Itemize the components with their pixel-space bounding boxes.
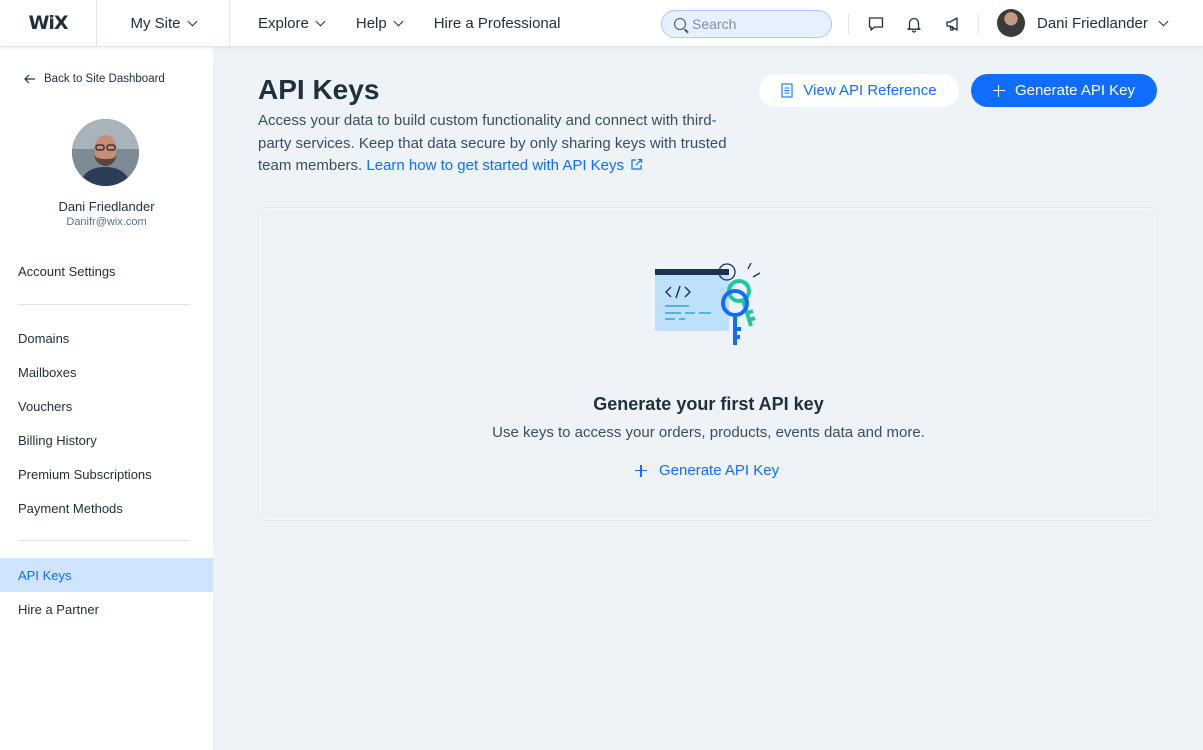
avatar bbox=[997, 9, 1025, 37]
document-icon bbox=[781, 83, 793, 98]
sidebar-item-payment-methods[interactable]: Payment Methods bbox=[0, 491, 213, 525]
profile-name: Dani Friedlander bbox=[58, 199, 155, 214]
megaphone-icon[interactable] bbox=[943, 14, 963, 34]
wix-logo[interactable]: WiX bbox=[0, 0, 97, 46]
user-menu[interactable]: Dani Friedlander bbox=[997, 9, 1169, 37]
arrow-left-icon bbox=[24, 74, 35, 84]
sidebar-item-hire-partner[interactable]: Hire a Partner bbox=[0, 592, 213, 626]
nav-hire-professional-label: Hire a Professional bbox=[433, 14, 561, 32]
sidebar-item-premium-subscriptions[interactable]: Premium Subscriptions bbox=[0, 457, 213, 491]
view-api-reference-label: View API Reference bbox=[803, 82, 937, 99]
profile-email: Danifr@wix.com bbox=[66, 216, 147, 228]
nav-help[interactable]: Help bbox=[355, 14, 404, 32]
my-site-label: My Site bbox=[130, 14, 181, 32]
sidebar-item-api-keys[interactable]: API Keys bbox=[0, 558, 213, 592]
divider bbox=[18, 304, 190, 305]
plus-icon bbox=[992, 84, 1005, 97]
divider bbox=[18, 540, 190, 541]
chevron-down-icon bbox=[315, 16, 326, 26]
chevron-down-icon bbox=[187, 16, 197, 26]
nav-hire-professional[interactable]: Hire a Professional bbox=[434, 15, 561, 32]
chevron-down-icon bbox=[1158, 16, 1169, 26]
search-icon bbox=[674, 18, 686, 30]
back-label: Back to Site Dashboard bbox=[44, 73, 165, 85]
api-keys-illustration bbox=[655, 263, 761, 345]
my-site-menu[interactable]: My Site bbox=[97, 0, 230, 46]
empty-state-subtitle: Use keys to access your orders, products… bbox=[492, 424, 925, 441]
external-link-icon bbox=[631, 158, 643, 170]
empty-generate-label: Generate API Key bbox=[659, 462, 780, 479]
page-title: API Keys bbox=[258, 74, 380, 105]
learn-more-link[interactable]: Learn how to get started with API Keys bbox=[366, 157, 643, 174]
user-name: Dani Friedlander bbox=[1037, 14, 1148, 32]
chat-icon[interactable] bbox=[866, 14, 886, 34]
nav-explore[interactable]: Explore bbox=[258, 14, 326, 32]
learn-more-label: Learn how to get started with API Keys bbox=[366, 157, 625, 174]
chevron-down-icon bbox=[393, 16, 404, 26]
top-nav: Explore Help Hire a Professional bbox=[230, 0, 592, 46]
top-bar: WiX My Site Explore Help Hire a Professi… bbox=[0, 0, 1203, 47]
page-description: Access your data to build custom functio… bbox=[258, 110, 748, 178]
sidebar-item-domains[interactable]: Domains bbox=[0, 321, 213, 355]
sidebar-item-vouchers[interactable]: Vouchers bbox=[0, 389, 213, 423]
search-input[interactable] bbox=[692, 16, 812, 32]
generate-api-key-label: Generate API Key bbox=[1014, 82, 1136, 99]
divider bbox=[978, 14, 979, 34]
empty-generate-api-key-button[interactable]: Generate API Key bbox=[635, 462, 779, 479]
nav-help-label: Help bbox=[355, 14, 387, 32]
back-to-dashboard-link[interactable]: Back to Site Dashboard bbox=[24, 73, 165, 85]
search-box[interactable] bbox=[661, 10, 832, 38]
plus-icon bbox=[635, 464, 647, 477]
view-api-reference-button[interactable]: View API Reference bbox=[759, 74, 959, 107]
sidebar-item-account-settings[interactable]: Account Settings bbox=[0, 254, 213, 288]
bell-icon[interactable] bbox=[904, 14, 924, 34]
nav-explore-label: Explore bbox=[258, 14, 309, 32]
sidebar-item-mailboxes[interactable]: Mailboxes bbox=[0, 355, 213, 389]
empty-state-title: Generate your first API key bbox=[593, 394, 824, 414]
sidebar: Back to Site Dashboard Dani Friedlander … bbox=[0, 47, 213, 750]
generate-api-key-button[interactable]: Generate API Key bbox=[971, 74, 1157, 107]
sidebar-item-billing-history[interactable]: Billing History bbox=[0, 423, 213, 457]
divider bbox=[848, 14, 849, 34]
empty-state-card: Generate your first API key Use keys to … bbox=[258, 207, 1157, 521]
profile-avatar bbox=[72, 119, 139, 186]
